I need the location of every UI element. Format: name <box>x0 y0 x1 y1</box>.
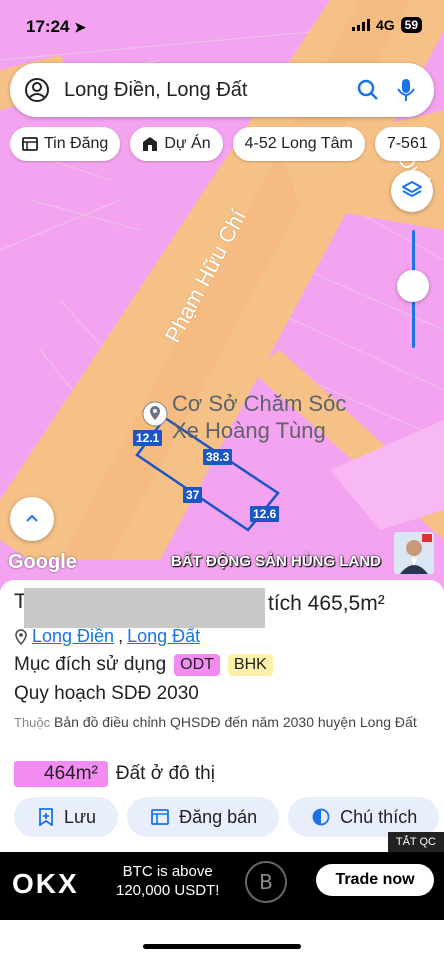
listing-icon <box>151 809 169 825</box>
chevron-up-icon <box>26 514 38 522</box>
belongs-prefix: Thuộc <box>14 715 51 730</box>
belongs-text: Bản đồ điều chỉnh QHSDĐ đến năm 2030 huy… <box>54 714 417 730</box>
plan-source: Thuộc Bản đồ điều chỉnh QHSDĐ đến năm 20… <box>14 711 434 734</box>
status-time: 17:24 ➤ <box>26 17 86 36</box>
poi-label[interactable]: Cơ Sở Chăm Sóc Xe Hoàng Tùng <box>172 390 372 444</box>
listing-icon <box>22 137 38 151</box>
svg-text:B: B <box>259 870 273 894</box>
parcel-dimension: 12.1 <box>133 430 163 446</box>
battery-indicator: 59 <box>400 17 422 33</box>
avatar <box>394 532 434 574</box>
signal-icon <box>351 19 370 31</box>
tag-odt[interactable]: ODT <box>174 654 220 676</box>
parcel-dimension: 38.3 <box>203 449 233 465</box>
search-icon[interactable] <box>356 78 380 102</box>
location-separator: , <box>118 626 124 646</box>
ad-brand-logo: OKX <box>12 868 79 899</box>
purpose-label: Mục đích sử dụng <box>14 654 167 675</box>
microphone-icon[interactable] <box>396 77 416 103</box>
ad-cta-button[interactable]: Trade now <box>316 864 434 896</box>
expand-sheet-button[interactable] <box>10 497 54 541</box>
account-icon[interactable] <box>24 77 50 103</box>
area-desc: Đất ở đô thị <box>115 763 215 784</box>
status-bar: 17:24 ➤ 4G 59 <box>0 0 444 56</box>
search-query[interactable]: Long Điền, Long Đất <box>64 79 356 102</box>
chip-more[interactable]: 7-561 <box>374 127 440 161</box>
google-logo: Google <box>8 551 77 573</box>
location-links: Long Điền, Long Đất <box>14 626 200 647</box>
link-long-dien[interactable]: Long Điền <box>32 626 114 647</box>
plan-label: Quy hoạch SDĐ 2030 <box>14 683 199 704</box>
hide-ad-button[interactable]: TẮT QC <box>387 832 444 852</box>
purpose-row: Mục đích sử dụng ODT BHK <box>14 654 273 676</box>
watermark: BẤT ĐỘNG SẢN HÙNG LAND <box>171 553 381 570</box>
parcel-area-title: tích 465,5m² <box>268 592 385 615</box>
action-buttons: Lưu Đăng bán Chú thích <box>14 797 440 837</box>
building-icon <box>143 137 158 151</box>
filter-chips: Tin Đăng Dự Án 4-52 Long Tâm 7-561 <box>10 127 444 163</box>
bitcoin-icon: B <box>245 861 287 903</box>
pin-icon <box>15 628 27 645</box>
save-button[interactable]: Lưu <box>14 797 119 837</box>
chip-du-an[interactable]: Dự Án <box>130 127 223 161</box>
contrast-icon <box>312 808 330 826</box>
chip-long-tam[interactable]: 4-52 Long Tâm <box>232 127 365 161</box>
bookmark-add-icon <box>39 808 53 826</box>
ad-banner[interactable]: TẮT QC OKX BTC is above 120,000 USDT! B T… <box>0 832 444 920</box>
tag-bhk[interactable]: BHK <box>227 654 273 676</box>
post-sale-button[interactable]: Đăng bán <box>127 797 280 837</box>
zoom-slider-handle[interactable] <box>397 270 429 302</box>
area-row: 464m² Đất ở đô thị <box>14 761 215 787</box>
home-indicator <box>143 944 301 949</box>
layers-icon <box>402 181 422 197</box>
parcel-dimension: 37 <box>183 487 203 503</box>
ad-text: BTC is above 120,000 USDT! <box>116 863 220 899</box>
search-bar[interactable]: Long Điền, Long Đất <box>10 63 434 117</box>
legend-button[interactable]: Chú thích <box>288 797 440 837</box>
link-long-dat[interactable]: Long Đất <box>127 626 200 647</box>
area-value: 464m² <box>14 761 108 787</box>
redacted-block <box>24 588 265 628</box>
location-pin-icon[interactable] <box>141 400 169 430</box>
network-label: 4G <box>375 17 395 33</box>
layers-button[interactable] <box>391 170 433 212</box>
chip-tin-dang[interactable]: Tin Đăng <box>10 127 121 161</box>
plan-row: Quy hoạch SDĐ 2030 <box>14 683 199 705</box>
parcel-dimension: 12.6 <box>250 506 280 522</box>
